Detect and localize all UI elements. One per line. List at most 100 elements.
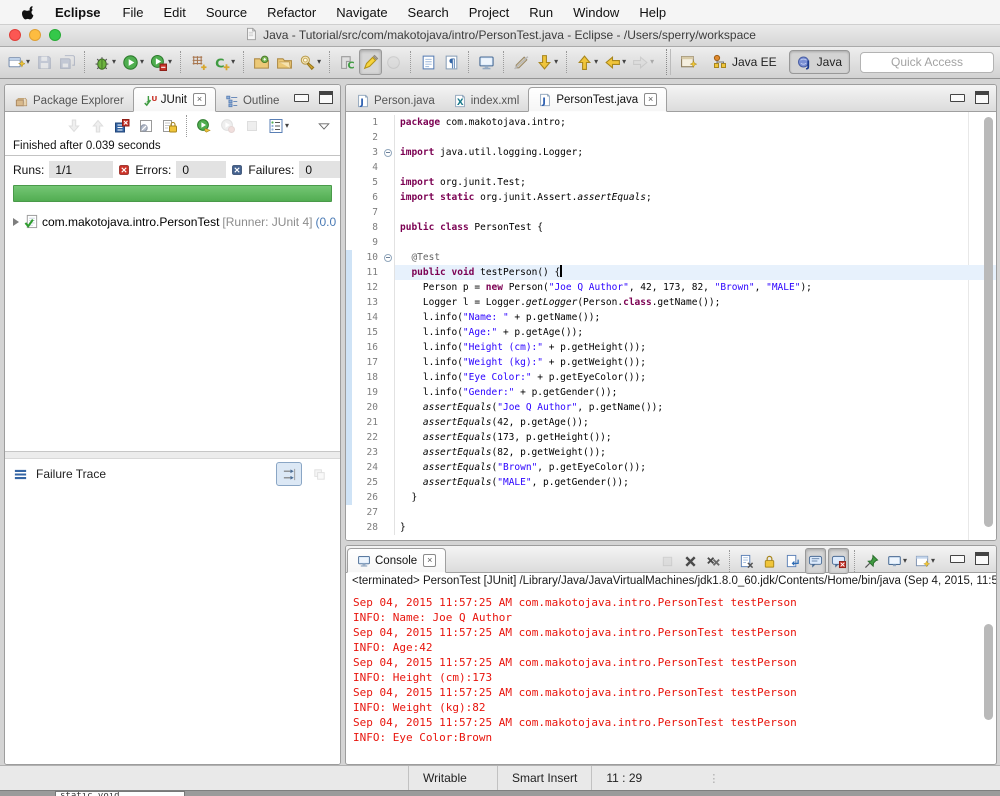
folder-open-button[interactable] (273, 49, 296, 75)
console-scrollbar[interactable] (984, 624, 993, 720)
menu-item-project[interactable]: Project (459, 5, 519, 20)
gold-up-button[interactable]: ▾ (573, 49, 601, 75)
new-grid-button[interactable] (187, 49, 210, 75)
minimize-view-icon[interactable] (294, 94, 309, 102)
dropdown-arrow-icon[interactable]: ▾ (140, 58, 144, 66)
menu-item-search[interactable]: Search (398, 5, 459, 20)
perspective-java[interactable]: JJava (789, 50, 850, 74)
code-text[interactable]: Logger l = Logger.getLogger(Person.class… (395, 295, 996, 310)
page-return-button[interactable] (782, 548, 803, 574)
console-log[interactable]: Sep 04, 2015 11:57:25 AM com.makotojava.… (346, 592, 996, 745)
dropdown-arrow-icon[interactable]: ▾ (317, 58, 321, 66)
code-text[interactable] (395, 160, 996, 175)
code-editor[interactable]: 1package com.makotojava.intro;23import j… (346, 112, 996, 541)
code-text[interactable]: assertEquals("Brown", p.getEyeColor()); (395, 460, 996, 475)
close-tab-icon[interactable]: × (644, 93, 657, 106)
code-text[interactable]: l.info("Gender:" + p.getGender()); (395, 385, 996, 400)
debug-button[interactable]: ▾ (91, 49, 119, 75)
gold-back-button[interactable]: ▾ (601, 49, 629, 75)
stop-gray-button[interactable] (657, 548, 678, 574)
code-text[interactable]: l.info("Eye Color:" + p.getEyeColor()); (395, 370, 996, 385)
code-text[interactable] (395, 235, 996, 250)
code-text[interactable]: l.info("Age:" + p.getAge()); (395, 325, 996, 340)
dropdown-arrow-icon[interactable]: ▾ (26, 58, 30, 66)
minimize-window-button[interactable] (29, 29, 41, 41)
minimize-editor-icon[interactable] (950, 94, 965, 102)
fold-collapse-icon[interactable] (381, 250, 395, 265)
clear-xx-button[interactable] (703, 548, 724, 574)
editor-tab-person-java[interactable]: JPerson.java (347, 90, 444, 111)
view-tab-junit[interactable]: JUJUnit× (133, 87, 216, 112)
gray-tool-button[interactable] (382, 49, 405, 75)
code-text[interactable]: l.info("Height (cm):" + p.getHeight()); (395, 340, 996, 355)
rerun-button[interactable] (193, 113, 215, 139)
menu-item-file[interactable]: File (113, 5, 154, 20)
editor-tab-persontest-java[interactable]: JPersonTest.java× (528, 87, 667, 112)
code-text[interactable]: assertEquals(173, p.getHeight()); (395, 430, 996, 445)
page-x-button[interactable] (736, 548, 757, 574)
code-text[interactable] (395, 205, 996, 220)
code-text[interactable]: package com.makotojava.intro; (395, 115, 996, 130)
menu-item-edit[interactable]: Edit (153, 5, 195, 20)
code-text[interactable]: } (395, 520, 996, 535)
dropdown-arrow-icon[interactable]: ▾ (231, 58, 235, 66)
gray-forward-button[interactable]: ▾ (629, 49, 657, 75)
code-text[interactable]: import java.util.logging.Logger; (395, 145, 996, 160)
apple-menu[interactable] (12, 5, 45, 20)
lock-list-button[interactable] (159, 113, 181, 139)
maximize-view-icon[interactable] (319, 91, 333, 104)
code-text[interactable] (395, 505, 996, 520)
code-text[interactable]: assertEquals("Joe Q Author", p.getName()… (395, 400, 996, 415)
dropdown-arrow-icon[interactable]: ▾ (903, 557, 907, 565)
console-tab-console[interactable]: Console× (347, 548, 446, 573)
perspective-java-ee[interactable]: Java EE (704, 50, 785, 74)
new-view-dd-button[interactable]: ▾ (912, 548, 938, 574)
menu-item-navigate[interactable]: Navigate (326, 5, 397, 20)
menu-item-source[interactable]: Source (196, 5, 257, 20)
dropdown-arrow-icon[interactable]: ▾ (554, 58, 558, 66)
pen-slash-button[interactable] (510, 49, 533, 75)
code-text[interactable] (395, 130, 996, 145)
save-button[interactable] (33, 49, 56, 75)
maximize-editor-icon[interactable] (975, 91, 989, 104)
code-text[interactable]: @Test (395, 250, 996, 265)
run-button[interactable]: ▾ (119, 49, 147, 75)
dropdown-arrow-icon[interactable]: ▾ (622, 58, 626, 66)
view-tab-outline[interactable]: Outline (216, 90, 288, 111)
close-tab-icon[interactable]: × (423, 554, 436, 567)
arrow-down-gray-button[interactable] (63, 113, 85, 139)
search-light-button[interactable]: ▾ (296, 49, 324, 75)
dropdown-arrow-icon[interactable]: ▾ (650, 58, 654, 66)
quick-access-input[interactable]: Quick Access (860, 52, 994, 73)
code-text[interactable]: Person p = new Person("Joe Q Author", 42… (395, 280, 996, 295)
code-text[interactable]: import org.junit.Test; (395, 175, 996, 190)
blue-doc-button[interactable] (417, 49, 440, 75)
code-text[interactable]: public class PersonTest { (395, 220, 996, 235)
code-text[interactable]: assertEquals(42, p.getAge()); (395, 415, 996, 430)
lock-gold-button[interactable] (759, 548, 780, 574)
bubble-button[interactable] (805, 548, 826, 574)
new-wizard-button[interactable]: ▾ (5, 49, 33, 75)
failure-trace-menu-icon[interactable] (13, 467, 28, 482)
code-text[interactable]: } (395, 490, 996, 505)
maximize-console-icon[interactable] (975, 552, 989, 565)
junit-test-tree[interactable]: com.makotojava.intro.PersonTest [Runner:… (5, 205, 340, 451)
gold-down-button[interactable]: ▾ (533, 49, 561, 75)
editor-tab-index-xml[interactable]: Xindex.xml (444, 90, 529, 111)
dropdown-arrow-icon[interactable]: ▾ (285, 122, 289, 130)
ft-stack-button[interactable] (306, 462, 332, 486)
history-list-button[interactable]: ▾ (265, 113, 292, 139)
fail-filter-button[interactable] (111, 113, 133, 139)
fold-collapse-icon[interactable] (381, 145, 395, 160)
marker-button[interactable] (359, 49, 382, 75)
ft-compare-button[interactable] (276, 462, 302, 486)
skip-box-button[interactable] (135, 113, 157, 139)
menu-item-refactor[interactable]: Refactor (257, 5, 326, 20)
code-text[interactable]: l.info("Name: " + p.getName()); (395, 310, 996, 325)
rerun-fail-button[interactable] (217, 113, 239, 139)
expand-arrow-icon[interactable] (13, 218, 19, 226)
cursor-position-status[interactable]: 11 : 29 (591, 766, 680, 790)
dropdown-arrow-icon[interactable]: ▾ (594, 58, 598, 66)
stop-gray-button[interactable] (241, 113, 263, 139)
dropdown-arrow-icon[interactable]: ▾ (931, 557, 935, 565)
